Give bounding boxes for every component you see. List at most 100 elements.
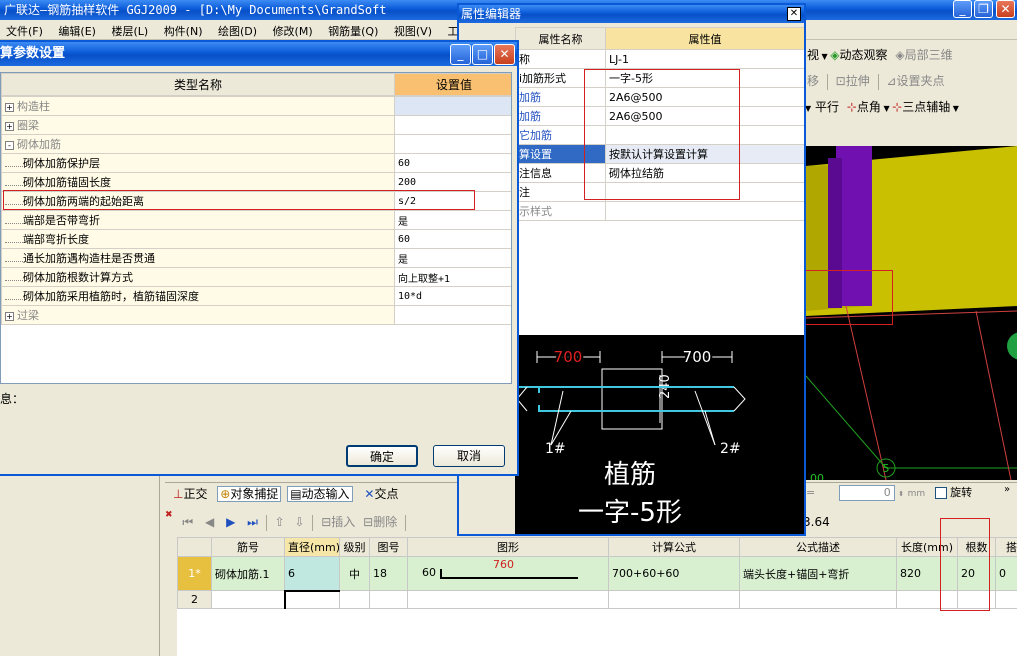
app-minimize-button[interactable]: _: [953, 0, 972, 18]
table-row[interactable]: 2: [177, 590, 1017, 609]
col-header-lap[interactable]: 搭: [995, 537, 1017, 557]
move-down-icon[interactable]: ⇩: [295, 515, 305, 529]
calc-setting-value[interactable]: 向上取整+1: [394, 267, 511, 287]
calc-setting-value[interactable]: 10*d: [394, 286, 511, 306]
stretch-button[interactable]: 拉伸: [846, 74, 870, 88]
calc-setting-value[interactable]: [394, 96, 511, 116]
cell-lap[interactable]: 0: [995, 556, 1017, 591]
expand-icon[interactable]: +: [5, 102, 14, 112]
ortho-button[interactable]: 正交: [183, 487, 207, 501]
menu-component[interactable]: 构件(N): [164, 25, 203, 38]
calc-setting-value[interactable]: 是: [394, 210, 511, 230]
last-record-icon[interactable]: ⏭: [247, 515, 258, 529]
cell-formula[interactable]: 700+60+60: [608, 556, 740, 591]
expand-icon[interactable]: +: [5, 311, 14, 321]
insert-button[interactable]: 插入: [331, 515, 355, 529]
set-grip-button[interactable]: 设置夹点: [896, 74, 944, 88]
menu-file[interactable]: 文件(F): [6, 25, 43, 38]
orbit-button[interactable]: 动态观察: [840, 48, 888, 62]
cell-formula[interactable]: [608, 590, 740, 609]
cell-diameter[interactable]: 6: [284, 556, 340, 592]
prop-value[interactable]: [605, 201, 804, 221]
calc-setting-value[interactable]: 200: [394, 172, 511, 192]
rotate-spin-icon[interactable]: ⬍: [898, 490, 904, 498]
table-row[interactable]: 1* 砌体加筋.1 6 中 18 60 760 700+60+60 端头长度+锚…: [177, 556, 1017, 592]
calc-setting-row[interactable]: 砌体加筋采用植筋时，植筋锚固深度 10*d: [1, 286, 511, 306]
calc-setting-row[interactable]: 砌体加筋根数计算方式 向上取整+1: [1, 267, 511, 287]
list-item[interactable]: 示样式: [515, 201, 804, 221]
calc-setting-value[interactable]: 60: [394, 229, 511, 249]
app-restore-button[interactable]: ❐: [974, 0, 993, 18]
intersect-button[interactable]: 交点: [374, 487, 398, 501]
calc-setting-value[interactable]: [394, 115, 511, 135]
cell-shape[interactable]: 60 760: [407, 556, 609, 591]
cell-lap[interactable]: [995, 590, 1017, 609]
calc-setting-row[interactable]: 砌体加筋锚固长度 200: [1, 172, 511, 192]
calc-group-row[interactable]: + 过梁: [1, 305, 511, 325]
three-point-axis-button[interactable]: 三点辅轴: [902, 100, 950, 114]
cell-shape[interactable]: [407, 590, 609, 609]
cell-name[interactable]: 砌体加筋.1: [211, 556, 285, 591]
list-item[interactable]: 称 LJ-1: [515, 49, 804, 69]
calc-setting-row[interactable]: 端部弯折长度 60: [1, 229, 511, 249]
row-index[interactable]: 1*: [177, 556, 212, 591]
calc-group-row[interactable]: - 砌体加筋: [1, 134, 511, 154]
calc-setting-row[interactable]: 通长加筋遇构造柱是否贯通 是: [1, 248, 511, 268]
cell-fig[interactable]: [369, 590, 408, 609]
col-header-name[interactable]: 筋号: [211, 537, 285, 557]
ok-button[interactable]: 确定: [346, 445, 418, 467]
cell-fig[interactable]: 18: [369, 556, 408, 591]
app-close-button[interactable]: ✕: [996, 0, 1015, 18]
cell-name[interactable]: [211, 590, 285, 609]
calc-setting-row[interactable]: 砌体加筋保护层 60: [1, 153, 511, 173]
cancel-button[interactable]: 取消: [433, 445, 505, 467]
cell-desc[interactable]: [739, 590, 897, 609]
calc-setting-value[interactable]: 是: [394, 248, 511, 268]
menu-rebar[interactable]: 钢筋量(Q): [328, 25, 378, 38]
calc-dialog-close-button[interactable]: ✕: [494, 44, 515, 65]
menu-floor[interactable]: 楼层(L): [111, 25, 148, 38]
col-header-shape[interactable]: 图形: [407, 537, 609, 557]
cell-desc[interactable]: 端头长度+锚固+弯折: [739, 556, 897, 591]
collapse-chevron-icon[interactable]: »: [1004, 484, 1010, 495]
row-index[interactable]: 2: [177, 590, 212, 609]
cell-grade[interactable]: 中: [339, 556, 370, 591]
dyn-input-wrap[interactable]: ▤动态输入: [287, 486, 353, 502]
cell-grade[interactable]: [339, 590, 370, 609]
col-header-formula[interactable]: 计算公式: [608, 537, 740, 557]
snap-button-wrap[interactable]: ⊕对象捕捉: [217, 486, 282, 502]
move-button[interactable]: 移: [807, 74, 819, 88]
cell-diameter[interactable]: [283, 590, 340, 609]
rotate-input[interactable]: 0: [838, 485, 895, 501]
next-record-icon[interactable]: ▶: [226, 515, 235, 529]
calc-group-row[interactable]: + 圈梁: [1, 115, 511, 135]
view-button[interactable]: 视: [807, 48, 819, 62]
col-header-diameter[interactable]: 直径(mm): [284, 537, 340, 557]
menu-view[interactable]: 视图(V): [394, 25, 432, 38]
menu-draw[interactable]: 绘图(D): [218, 25, 257, 38]
collapse-icon[interactable]: -: [5, 140, 14, 150]
menu-edit[interactable]: 编辑(E): [58, 25, 96, 38]
calc-setting-value[interactable]: [394, 134, 511, 154]
move-up-icon[interactable]: ⇧: [275, 515, 285, 529]
property-editor-close-button[interactable]: ✕: [787, 7, 801, 21]
calc-dialog-maximize-button[interactable]: □: [472, 44, 493, 65]
calc-setting-value[interactable]: 60: [394, 153, 511, 173]
calc-group-row[interactable]: + 构造柱: [1, 96, 511, 116]
parallel-button[interactable]: 平行: [815, 100, 839, 114]
local-3d-button[interactable]: 局部三维: [905, 48, 953, 62]
calc-setting-row[interactable]: 端部是否带弯折 是: [1, 210, 511, 230]
col-header-fig[interactable]: 图号: [369, 537, 408, 557]
delete-button[interactable]: 删除: [373, 515, 397, 529]
rotate-checkbox[interactable]: [934, 487, 947, 499]
calc-dialog-minimize-button[interactable]: _: [450, 44, 471, 65]
col-header-desc[interactable]: 公式描述: [739, 537, 897, 557]
first-record-icon[interactable]: ⏮: [182, 515, 193, 529]
point-angle-button[interactable]: 点角: [857, 100, 881, 114]
prop-value[interactable]: LJ-1: [605, 49, 804, 69]
menu-modify[interactable]: 修改(M): [273, 25, 313, 38]
expand-icon[interactable]: +: [5, 121, 14, 131]
prev-record-icon[interactable]: ◀: [205, 515, 214, 529]
close-panel-icon[interactable]: ✖: [165, 510, 173, 520]
col-header-grade[interactable]: 级别: [339, 537, 370, 557]
